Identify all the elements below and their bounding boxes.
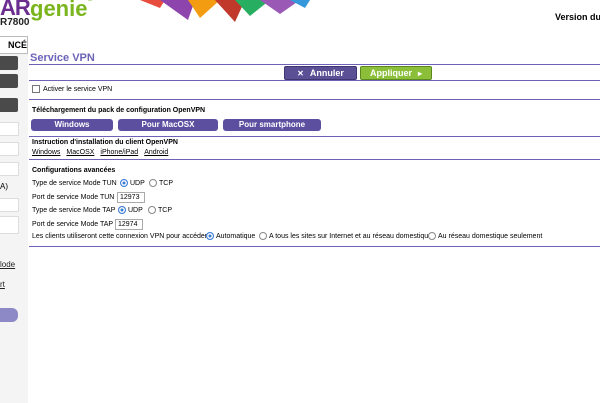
nav-item[interactable] [0, 162, 19, 176]
radio-icon [428, 232, 436, 240]
nav-item[interactable] [0, 56, 18, 70]
divider [29, 99, 600, 100]
tap-tcp-radio[interactable]: TCP [148, 206, 172, 214]
divider [29, 159, 600, 160]
tap-udp-radio[interactable]: UDP [118, 206, 143, 214]
tab-advanced[interactable]: NCÉ [0, 36, 28, 54]
cancel-label: Annuler [309, 68, 344, 78]
logo-genie: genie® [30, 0, 93, 22]
access-home-label: Au réseau domestique seulement [438, 232, 543, 240]
divider [29, 64, 600, 65]
access-auto-radio[interactable]: Automatique [206, 232, 255, 240]
page-title: Service VPN [30, 52, 95, 64]
firmware-version: Version du m [555, 12, 600, 22]
tun-tcp-radio[interactable]: TCP [149, 179, 173, 187]
radio-icon [149, 179, 157, 187]
apply-button[interactable]: Appliquer ▸ [360, 66, 432, 80]
cancel-button[interactable]: ✕ Annuler [284, 66, 357, 80]
radio-icon [148, 206, 156, 214]
apply-label: Appliquer [369, 68, 412, 78]
logo-brand: genie [30, 0, 88, 21]
nav-arrow-button[interactable] [0, 308, 18, 322]
access-auto-label: Automatique [216, 232, 256, 240]
download-macosx-button[interactable]: Pour MacOSX [118, 119, 218, 131]
nav-item[interactable] [0, 122, 19, 136]
model-name: R7800 [0, 17, 30, 28]
nav-item[interactable] [0, 216, 19, 234]
divider [29, 80, 600, 81]
download-smartphone-button[interactable]: Pour smartphone [223, 119, 321, 131]
access-home-radio[interactable]: Au réseau domestique seulement [428, 232, 542, 240]
close-icon: ✕ [297, 69, 304, 78]
arrow-right-icon: ▸ [417, 69, 422, 78]
nav-link-mode[interactable]: lode [0, 260, 15, 269]
enable-vpn-checkbox[interactable] [32, 85, 40, 93]
tcp-label: TCP [158, 206, 172, 214]
tap-port-label: Port de service Mode TAP [32, 221, 114, 228]
access-all-label: A tous les sites sur Internet et au rése… [269, 232, 433, 240]
tun-port-input[interactable]: 12973 [117, 192, 145, 203]
divider [29, 246, 600, 247]
divider [29, 136, 600, 137]
left-navigation: NCÉ A) lode rt [0, 36, 28, 403]
tun-udp-radio[interactable]: UDP [120, 179, 145, 187]
tun-type-label: Type de service Mode TUN [32, 180, 117, 187]
install-links: Windows MacOSX iPhone/iPad Android [32, 149, 174, 156]
udp-label: UDP [128, 206, 143, 214]
nav-item[interactable] [0, 142, 19, 156]
tap-type-label: Type de service Mode TAP [32, 207, 116, 214]
tun-port-label: Port de service Mode TUN [32, 194, 115, 201]
radio-selected-icon [118, 206, 126, 214]
logo-reg: ® [87, 0, 92, 3]
access-all-radio[interactable]: A tous les sites sur Internet et au rése… [259, 232, 432, 240]
access-label: Les clients utiliseront cette connexion … [32, 233, 208, 240]
tcp-label: TCP [159, 179, 173, 187]
header: AR genie® R7800 Version du m [0, 0, 600, 40]
nav-link-rt[interactable]: rt [0, 280, 5, 289]
download-windows-button[interactable]: Windows [31, 119, 113, 131]
main-content: Service VPN ✕ Annuler Appliquer ▸ Activer … [29, 52, 600, 403]
advanced-heading: Configurations avancées [32, 167, 116, 174]
enable-vpn-label: Activer le service VPN [43, 85, 113, 93]
nav-item-label[interactable]: A) [0, 182, 8, 191]
radio-icon [259, 232, 267, 240]
header-decoration [140, 0, 310, 22]
install-link-macosx[interactable]: MacOSX [66, 149, 94, 156]
install-link-android[interactable]: Android [144, 149, 168, 156]
radio-selected-icon [206, 232, 214, 240]
udp-label: UDP [130, 179, 145, 187]
install-link-windows[interactable]: Windows [32, 149, 60, 156]
enable-vpn-row[interactable]: Activer le service VPN [32, 85, 112, 93]
nav-item[interactable] [0, 74, 18, 88]
nav-item[interactable] [0, 98, 18, 112]
radio-selected-icon [120, 179, 128, 187]
download-heading: Téléchargement du pack de configuration … [32, 107, 206, 114]
install-heading: Instruction d'installation du client Ope… [32, 139, 178, 146]
tap-port-input[interactable]: 12974 [115, 219, 143, 230]
install-link-iphone[interactable]: iPhone/iPad [100, 149, 138, 156]
nav-item[interactable] [0, 198, 19, 212]
